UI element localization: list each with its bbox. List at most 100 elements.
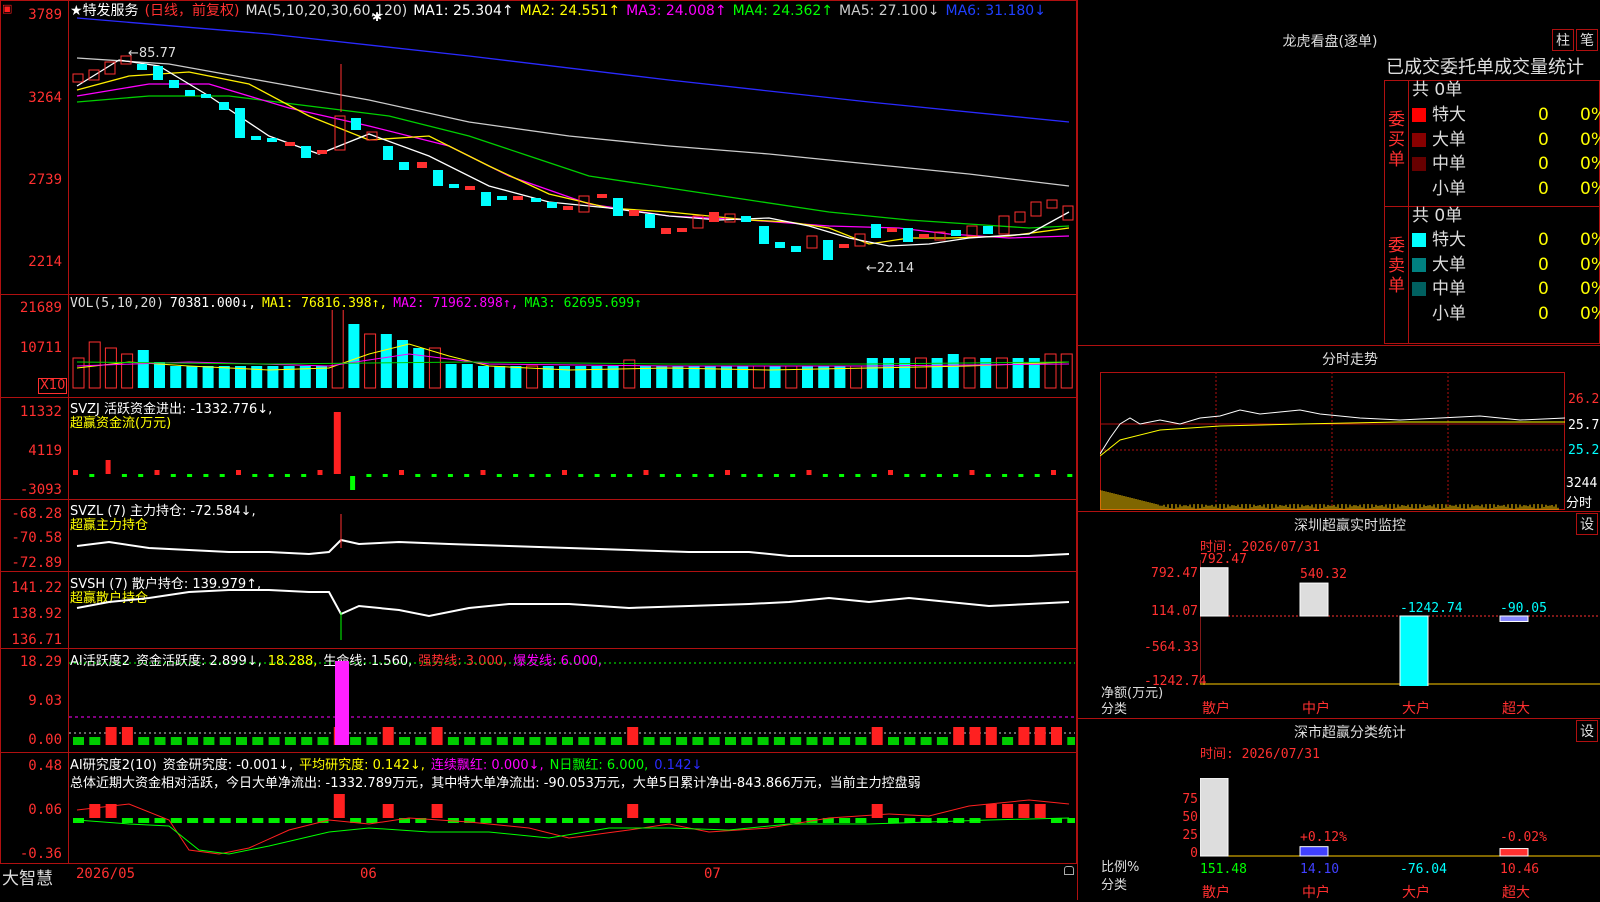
svzj-bar [757,474,763,477]
sell-count: 0 [1538,279,1549,299]
volume-bar [1044,353,1057,389]
brand-logo: 大智慧 [2,869,53,889]
monitor-cat-label: 分类 [1101,702,1128,717]
ai-active-bar [464,737,476,745]
ai-research-bar [888,818,899,823]
ai-active-bar [920,737,932,745]
ai-research-bar [741,818,753,823]
svzj-bar [187,474,193,477]
ai-active-bar [301,737,313,745]
svzj-chart[interactable] [69,398,1075,498]
ai-research-bar [594,818,606,823]
ai-research-bar [496,818,508,823]
ai-active-chart[interactable] [69,649,1075,751]
column-view-button[interactable]: 柱 [1552,29,1574,51]
monitor-value: -1242.74 [1400,601,1463,616]
ai-active-bar [545,737,557,745]
svzj-bar [545,474,551,477]
ai-research-bar [236,818,247,823]
svzj-bar [773,474,779,477]
svzj-bar [73,470,78,475]
ai-research-bar [562,818,573,823]
svsh-chart[interactable] [69,572,1075,648]
volume-bar [428,347,441,389]
svzj-bar [203,474,209,477]
svzj-bar [904,474,910,477]
volume-bars [72,310,1073,389]
volume-bar [526,365,539,389]
svzj-bar [741,474,747,477]
volume-chart[interactable] [69,310,1075,396]
sell-count: 0 [1538,303,1549,324]
lhb-table-divider [1408,80,1409,344]
ai-research-bar [659,818,671,823]
svsh-axis-label: 138.92 [11,606,62,622]
classify-axis-label: 75 [1182,792,1198,807]
monitor-bar [1399,615,1429,686]
volume-bar [947,354,959,388]
classify-settings-button[interactable]: 设 [1576,720,1598,742]
ai-active-bar [480,737,492,745]
svzl-axis-label: -72.89 [11,555,62,571]
vol-axis-label: 21689 [19,300,62,316]
ai-research-bar [138,818,150,823]
svzj-bar [268,474,274,477]
lhb-tabs[interactable]: 已成交委托单成交量统计 [1386,53,1584,79]
monitor-axis-label: 792.47 [1151,566,1198,581]
volume-bar [137,350,149,388]
ai-research-bar [333,794,345,818]
ai-research-bar [610,818,622,823]
ai-active-bar [366,737,378,745]
svzj-bar [985,474,991,477]
svzj-bar [953,474,959,477]
monitor-chart[interactable] [1200,560,1600,686]
svzj-bar [1002,474,1008,477]
ai-active-bar [659,737,671,745]
ai-research-bar [708,818,720,823]
monitor-bar [1499,615,1529,622]
svzl-chart[interactable] [69,500,1075,570]
volume-bar [494,366,506,388]
ai-research-chart[interactable] [69,790,1075,862]
classify-chart[interactable] [1200,778,1600,858]
sell-pct: 0% [1580,230,1600,250]
buy-pct: 0% [1580,129,1600,150]
ai-active-bar [1051,727,1062,745]
buy-label: 委买单 [1388,110,1405,170]
buy-count: 0 [1538,129,1549,150]
ai-active-bar [203,737,215,745]
classify-title: 深市超赢分类统计 [1294,725,1406,741]
monitor-axis-label: 114.07 [1151,604,1198,619]
intraday-vol-label: 分时 [1566,496,1593,511]
buy-row: 大单 0 0% [1412,128,1600,152]
buy-pct: 0% [1580,154,1600,174]
ma5-line [76,57,1070,187]
buy-name: 大单 [1432,129,1466,150]
monitor-settings-button[interactable]: 设 [1576,513,1598,535]
ai-active-bar [350,737,362,745]
ai-research-bar [170,818,182,823]
sell-total: 共 0单 [1412,206,1463,226]
monitor-category: 大户 [1402,701,1430,717]
date-label: 2026/05 [76,866,136,882]
svzj-bar [822,474,828,477]
monitor-category: 超大 [1502,701,1530,717]
intraday-chart[interactable] [1100,372,1565,510]
ai-active-bar [105,727,117,745]
candlestick-chart[interactable] [69,16,1075,292]
price-axis-label: 2739 [28,172,62,188]
svzj-axis-label: 11332 [19,404,62,420]
ai-active-bar [676,737,688,745]
price-axis-label: 3264 [28,90,62,106]
svzj-bar [1067,474,1073,477]
svzj-bar [366,474,372,477]
sell-pct: 0% [1580,303,1600,324]
ai-active-bar [1034,727,1046,745]
tick-view-button[interactable]: 笔 [1576,29,1598,51]
ai-research-bar [252,818,264,823]
ai-research-title: AI研究度2(10) 资金研究度: -0.001↓, 平均研究度: 0.142↓, 连… [70,758,703,773]
svzj-bar [350,476,356,490]
vol-header: VOL(5,10,20) 70381.000↓, MA1: 76816.398↑, M… [70,296,642,311]
ai-active-bar [431,727,443,745]
ai-research-bar [643,818,655,823]
